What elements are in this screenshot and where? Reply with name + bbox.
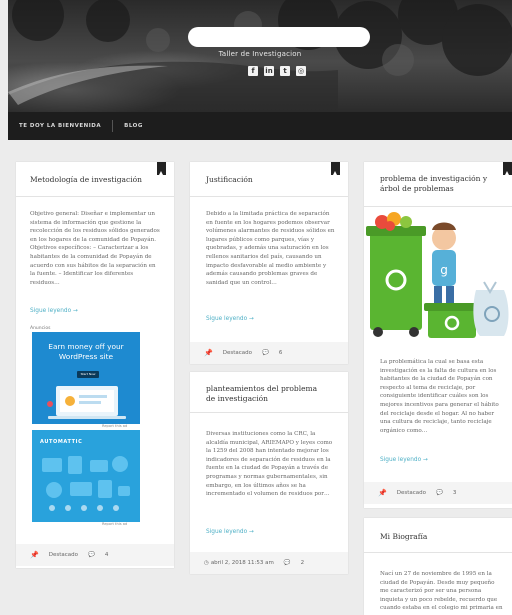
read-more-link[interactable]: Sigue leyendo → xyxy=(206,316,254,322)
title-divider xyxy=(16,196,174,197)
read-more-link[interactable]: Sigue leyendo → xyxy=(30,308,78,314)
featured-pin-icon: 📌 xyxy=(204,349,213,357)
post-footer: 📌 Destacado 💬 3 xyxy=(364,482,512,504)
ad-icons-illustration xyxy=(42,456,130,511)
automattic-ad-banner[interactable]: AUTOMATTIC xyxy=(32,430,140,522)
read-more-link[interactable]: Sigue leyendo → xyxy=(206,529,254,535)
post-date[interactable]: abril 2, 2018 11:53 am xyxy=(211,560,274,566)
comment-count[interactable]: 2 xyxy=(301,560,305,566)
post-title[interactable]: planteamientos del problema de investiga… xyxy=(206,384,326,404)
post-title[interactable]: Metodología de investigación xyxy=(30,175,150,185)
post-excerpt: Debido a la limitada práctica de separac… xyxy=(206,211,335,286)
report-ad-link-2[interactable]: Report this ad xyxy=(102,522,127,526)
post-card-planteamientos: planteamientos del problema de investiga… xyxy=(190,372,348,574)
post-title[interactable]: problema de investigación y árbol de pro… xyxy=(380,174,504,194)
site-title-redacted[interactable] xyxy=(188,27,370,47)
comment-count[interactable]: 4 xyxy=(105,552,109,558)
post-excerpt: La problemática la cual se basa esta inv… xyxy=(380,359,499,434)
post-title[interactable]: Mi Biografía xyxy=(380,532,500,542)
post-footer: 📌 Destacado 💬 4 xyxy=(16,544,174,566)
title-divider xyxy=(364,552,512,553)
title-divider xyxy=(364,206,512,207)
title-divider xyxy=(190,412,348,413)
ad-laptop-illustration xyxy=(47,386,126,419)
featured-bookmark-icon xyxy=(157,162,166,175)
recycling-bins-image[interactable]: g xyxy=(364,208,512,344)
featured-bookmark-icon xyxy=(331,162,340,175)
featured-label[interactable]: Destacado xyxy=(397,490,426,496)
ads-label: Anuncios xyxy=(30,326,51,331)
nav-item-blog[interactable]: BLOG xyxy=(113,112,154,140)
featured-pin-icon: 📌 xyxy=(30,551,39,559)
report-ad-link[interactable]: Report this ad xyxy=(102,424,127,428)
ad-start-button[interactable]: Start Now xyxy=(77,371,99,378)
site-tagline: Taller de Investigacion xyxy=(218,50,302,58)
comment-count[interactable]: 6 xyxy=(279,350,283,356)
header-hero: Taller de Investigacion f in t ◎ xyxy=(8,0,512,112)
featured-label[interactable]: Destacado xyxy=(223,350,252,356)
instagram-icon[interactable]: ◎ xyxy=(296,66,306,76)
linkedin-icon[interactable]: in xyxy=(264,66,274,76)
post-footer: ◷ abril 2, 2018 11:53 am 💬 2 xyxy=(190,552,348,574)
post-card-justificacion: Justificación Debido a la limitada práct… xyxy=(190,162,348,364)
read-more-link[interactable]: Sigue leyendo → xyxy=(380,457,428,463)
nav-item-welcome[interactable]: TE DOY LA BIENVENIDA xyxy=(8,112,112,140)
post-card-problema: problema de investigación y árbol de pro… xyxy=(364,162,512,508)
social-links: f in t ◎ xyxy=(248,66,306,76)
svg-text:g: g xyxy=(440,263,448,277)
featured-pin-icon: 📌 xyxy=(378,489,387,497)
wordpress-ad-banner[interactable]: Earn money off your WordPress site Start… xyxy=(32,332,140,424)
facebook-icon[interactable]: f xyxy=(248,66,258,76)
post-excerpt: Objetivo general: Diseñar e implementar … xyxy=(30,211,160,286)
post-card-biografia: Mi Biografía Nací un 27 de noviembre de … xyxy=(364,518,512,615)
post-excerpt: Nací un 27 de noviembre de 1995 en la ci… xyxy=(380,571,503,612)
post-title[interactable]: Justificación xyxy=(206,175,326,185)
comments-icon: 💬 xyxy=(87,552,95,558)
clock-icon: ◷ xyxy=(204,560,209,566)
comments-icon: 💬 xyxy=(435,490,443,496)
main-navigation: TE DOY LA BIENVENIDA BLOG xyxy=(8,112,512,140)
comment-count[interactable]: 3 xyxy=(453,490,457,496)
title-divider xyxy=(190,196,348,197)
comments-icon: 💬 xyxy=(261,350,269,356)
featured-bookmark-icon xyxy=(503,162,512,175)
ad-headline: Earn money off your WordPress site xyxy=(48,342,124,361)
featured-label[interactable]: Destacado xyxy=(49,552,78,558)
post-footer: 📌 Destacado 💬 6 xyxy=(190,342,348,364)
ad-brand: AUTOMATTIC xyxy=(40,439,83,445)
twitter-icon[interactable]: t xyxy=(280,66,290,76)
comments-icon: 💬 xyxy=(283,560,291,566)
post-excerpt: Diversas instituciones como la CRC, la a… xyxy=(206,431,333,498)
